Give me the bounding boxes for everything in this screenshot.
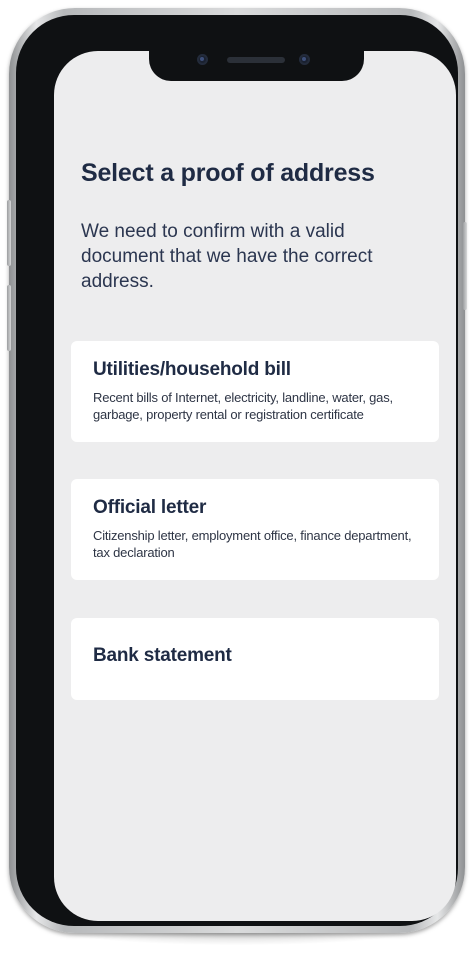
page-subtitle: We need to confirm with a valid document… — [81, 221, 373, 292]
phone-screen: Select a proof of address We need to con… — [54, 51, 456, 921]
sensor-icon — [299, 54, 310, 65]
option-utilities-bill[interactable]: Utilities/household bill Recent bills of… — [71, 341, 439, 442]
notch — [149, 51, 364, 81]
front-camera-icon — [197, 54, 208, 65]
option-title: Official letter — [93, 497, 207, 518]
earpiece-speaker — [227, 57, 285, 63]
power-button — [463, 222, 467, 310]
option-title: Utilities/household bill — [93, 359, 291, 380]
phone-bezel: Select a proof of address We need to con… — [16, 15, 458, 926]
option-description: Recent bills of Internet, electricity, l… — [93, 390, 393, 422]
page-title: Select a proof of address — [81, 159, 375, 187]
option-bank-statement[interactable]: Bank statement — [71, 618, 439, 700]
volume-down-button — [7, 285, 11, 351]
volume-up-button — [7, 200, 11, 266]
option-official-letter[interactable]: Official letter Citizenship letter, empl… — [71, 479, 439, 580]
option-title: Bank statement — [93, 645, 232, 666]
option-description: Citizenship letter, employment office, f… — [93, 528, 412, 560]
